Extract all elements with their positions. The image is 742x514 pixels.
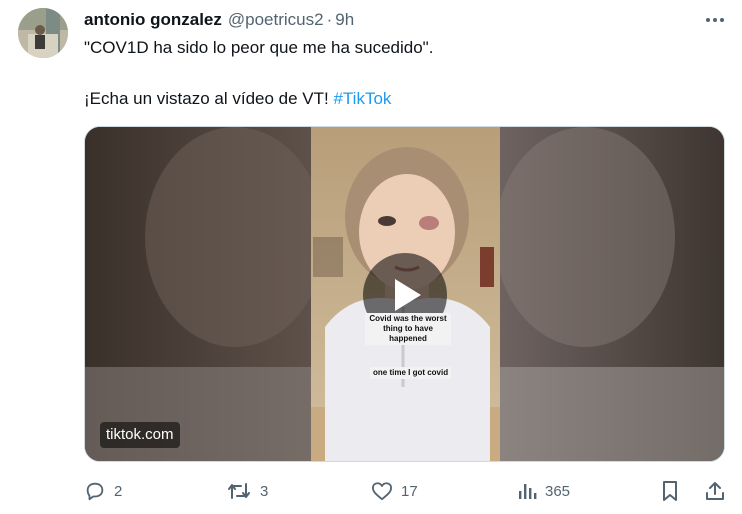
views-count: 365 [545, 482, 571, 500]
retweet-button[interactable]: 3 [226, 478, 268, 504]
tweet-actions: 2 3 17 365 [0, 478, 742, 504]
tweet-time[interactable]: 9h [335, 10, 354, 30]
views-icon [519, 484, 537, 499]
like-icon [371, 482, 392, 501]
avatar-image [18, 8, 68, 58]
retweet-count: 3 [260, 482, 269, 500]
reply-button[interactable]: 2 [84, 478, 122, 504]
like-count: 17 [401, 482, 418, 500]
like-button[interactable]: 17 [371, 478, 418, 504]
separator-dot: · [326, 10, 333, 29]
share-icon [706, 482, 724, 500]
reply-icon [86, 482, 104, 501]
tweet-text-line-1: "COV1D ha sido lo peor que me ha sucedid… [84, 38, 434, 57]
more-options-button[interactable] [703, 10, 727, 30]
tweet-text-prefix: ¡Echa un vistazo al vídeo de VT! [84, 89, 334, 108]
reply-count: 2 [114, 482, 123, 500]
source-label: tiktok.com [100, 422, 180, 448]
share-button[interactable] [704, 478, 726, 504]
video-card[interactable]: Covid was the worst thing to have happen… [84, 126, 725, 462]
tweet-text-line-2: ¡Echa un vistazo al vídeo de VT! #TikTok [84, 87, 391, 111]
tweet-header: antonio gonzalez @poetricus2 · 9h [84, 8, 354, 32]
video-caption-top: Covid was the worst thing to have happen… [365, 313, 451, 345]
hashtag-link[interactable]: #TikTok [333, 89, 391, 108]
author-name[interactable]: antonio gonzalez [84, 10, 222, 30]
video-caption-bottom: one time I got covid [370, 367, 452, 379]
play-icon [395, 279, 421, 311]
avatar[interactable] [18, 8, 68, 58]
views-button[interactable]: 365 [517, 478, 570, 504]
bookmark-button[interactable] [660, 478, 680, 504]
more-icon [706, 18, 724, 22]
bookmark-icon [663, 481, 677, 501]
author-handle[interactable]: @poetricus2 [228, 10, 324, 30]
retweet-icon [228, 483, 250, 499]
